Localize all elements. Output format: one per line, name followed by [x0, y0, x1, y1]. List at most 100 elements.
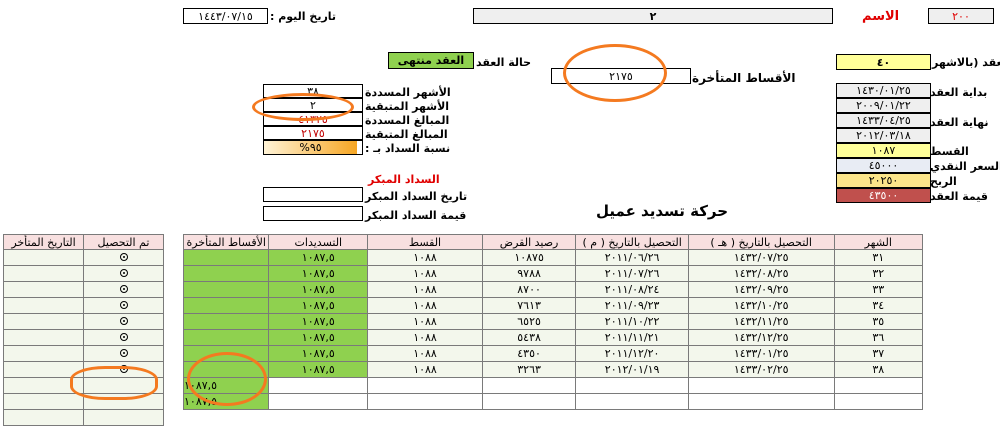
contract-status-cell[interactable]: العقد منتهى: [388, 52, 474, 69]
late-date-cell[interactable]: [3, 409, 84, 426]
remaining-amount-cell[interactable]: ٢١٧٥: [263, 126, 363, 140]
collected-cell[interactable]: [83, 281, 164, 298]
table-cell[interactable]: [833, 393, 924, 410]
table-cell[interactable]: ١٤٣٢/٠٩/٢٥: [687, 281, 835, 298]
radio-icon[interactable]: [119, 349, 128, 357]
table-cell[interactable]: ١٠٨٨: [367, 281, 483, 298]
contract-end-greg[interactable]: ٢٠١٢/٠٣/١٨: [836, 128, 931, 143]
table-cell[interactable]: ١٠٨٨: [367, 329, 483, 346]
late-date-cell[interactable]: [3, 313, 84, 330]
table-cell[interactable]: ١٠٨٧,٥: [268, 361, 369, 378]
radio-icon[interactable]: [119, 301, 128, 309]
table-cell[interactable]: [182, 249, 270, 266]
collected-cell[interactable]: [83, 297, 164, 314]
table-cell[interactable]: [182, 281, 270, 298]
table-cell[interactable]: ١٠٨٧,٥: [268, 313, 369, 330]
table-cell[interactable]: ١٤٣٢/١١/٢٥: [687, 313, 835, 330]
collected-cell[interactable]: [83, 313, 164, 330]
table-cell[interactable]: ١٠٨٨: [367, 361, 483, 378]
collected-cell[interactable]: [83, 265, 164, 282]
table-cell[interactable]: [182, 313, 270, 330]
table-cell[interactable]: ١٠٨٧,٥: [268, 249, 369, 266]
table-cell[interactable]: ٢٠١٢/٠١/١٩: [575, 361, 689, 378]
table-cell[interactable]: [182, 265, 270, 282]
late-date-cell[interactable]: [3, 297, 84, 314]
table-cell[interactable]: ٣٧: [833, 345, 924, 362]
contract-value-cell[interactable]: ٤٣٥٠٠: [836, 188, 931, 203]
table-cell[interactable]: ٣٥: [833, 313, 924, 330]
table-cell[interactable]: ١٠٨٧,٥: [268, 329, 369, 346]
table-cell[interactable]: ١٤٣٢/١٠/٢٥: [687, 297, 835, 314]
late-date-cell[interactable]: [3, 393, 84, 410]
table-cell[interactable]: ٢٠١١/٠٦/٢٦: [575, 249, 689, 266]
table-cell[interactable]: ١٠٨٧,٥: [268, 265, 369, 282]
table-cell[interactable]: [481, 393, 577, 410]
cash-price-cell[interactable]: ٤٥٠٠٠: [836, 158, 931, 173]
radio-icon[interactable]: [119, 253, 128, 261]
table-cell[interactable]: [687, 393, 835, 410]
radio-icon[interactable]: [119, 269, 128, 277]
table-cell[interactable]: ١٤٣٢/٠٧/٢٥: [687, 249, 835, 266]
table-cell[interactable]: [182, 329, 270, 346]
collected-cell[interactable]: [83, 345, 164, 362]
table-cell[interactable]: ١٤٣٢/١٢/٢٥: [687, 329, 835, 346]
table-cell[interactable]: [833, 377, 924, 394]
early-amount-input[interactable]: [263, 206, 363, 221]
table-cell[interactable]: ١٠٨٨: [367, 297, 483, 314]
table-cell[interactable]: ٥٤٣٨: [481, 329, 577, 346]
contract-start-hijri[interactable]: ١٤٣٠/٠١/٢٥: [836, 83, 931, 98]
table-cell[interactable]: ٣٢٦٣: [481, 361, 577, 378]
table-cell[interactable]: [268, 377, 369, 394]
radio-icon[interactable]: [119, 285, 128, 293]
radio-icon[interactable]: [119, 333, 128, 341]
table-cell[interactable]: ٢٠١١/١٠/٢٢: [575, 313, 689, 330]
table-cell[interactable]: ٤٣٥٠: [481, 345, 577, 362]
table-cell[interactable]: ٣٣: [833, 281, 924, 298]
table-cell[interactable]: ١٠٨٨: [367, 249, 483, 266]
profit-cell[interactable]: ٢٠٢٥٠: [836, 173, 931, 188]
collected-cell[interactable]: [83, 409, 164, 426]
table-cell[interactable]: ٣٤: [833, 297, 924, 314]
customer-id-cell[interactable]: ٢٠٠: [928, 8, 994, 24]
table-cell[interactable]: ٣٨: [833, 361, 924, 378]
table-cell[interactable]: ٢٠١١/١١/٢١: [575, 329, 689, 346]
table-cell[interactable]: [367, 393, 483, 410]
table-cell[interactable]: ٢٠١١/١٢/٢٠: [575, 345, 689, 362]
table-cell[interactable]: ٧٦١٣: [481, 297, 577, 314]
collected-cell[interactable]: [83, 329, 164, 346]
table-cell[interactable]: ١٠٨٧,٥: [268, 281, 369, 298]
payment-ratio-cell[interactable]: %٩٥: [263, 140, 363, 155]
today-date-cell[interactable]: ١٤٤٣/٠٧/١٥: [183, 8, 268, 24]
table-cell[interactable]: ١٠٨٧,٥: [268, 345, 369, 362]
table-cell[interactable]: [687, 377, 835, 394]
table-cell[interactable]: ١٠٨٨: [367, 265, 483, 282]
early-date-input[interactable]: [263, 187, 363, 202]
table-cell[interactable]: [268, 393, 369, 410]
contract-end-hijri[interactable]: ١٤٣٣/٠٤/٢٥: [836, 113, 931, 128]
late-date-cell[interactable]: [3, 329, 84, 346]
table-cell[interactable]: ٨٧٠٠: [481, 281, 577, 298]
late-date-cell[interactable]: [3, 265, 84, 282]
table-cell[interactable]: ٢٠١١/٠٨/٢٤: [575, 281, 689, 298]
table-cell[interactable]: [575, 393, 689, 410]
name-value-cell[interactable]: ٢: [473, 8, 833, 24]
table-cell[interactable]: ١٤٣٣/٠١/٢٥: [687, 345, 835, 362]
table-cell[interactable]: [182, 297, 270, 314]
table-cell[interactable]: ٩٧٨٨: [481, 265, 577, 282]
table-cell[interactable]: ١٠٨٧٥: [481, 249, 577, 266]
contract-duration-cell[interactable]: ٤٠: [836, 54, 931, 70]
late-date-cell[interactable]: [3, 249, 84, 266]
table-cell[interactable]: [575, 377, 689, 394]
table-cell[interactable]: ١٠٨٨: [367, 313, 483, 330]
late-date-cell[interactable]: [3, 345, 84, 362]
table-cell[interactable]: ١٠٨٧,٥: [268, 297, 369, 314]
installment-cell[interactable]: ١٠٨٧: [836, 143, 931, 158]
table-cell[interactable]: [481, 377, 577, 394]
table-cell[interactable]: ٣٦: [833, 329, 924, 346]
table-cell[interactable]: ١٤٣٢/٠٨/٢٥: [687, 265, 835, 282]
table-cell[interactable]: ٢٠١١/٠٩/٢٣: [575, 297, 689, 314]
table-cell[interactable]: ١٤٣٣/٠٢/٢٥: [687, 361, 835, 378]
table-cell[interactable]: ٦٥٢٥: [481, 313, 577, 330]
table-cell[interactable]: [367, 377, 483, 394]
table-cell[interactable]: ٣١: [833, 249, 924, 266]
